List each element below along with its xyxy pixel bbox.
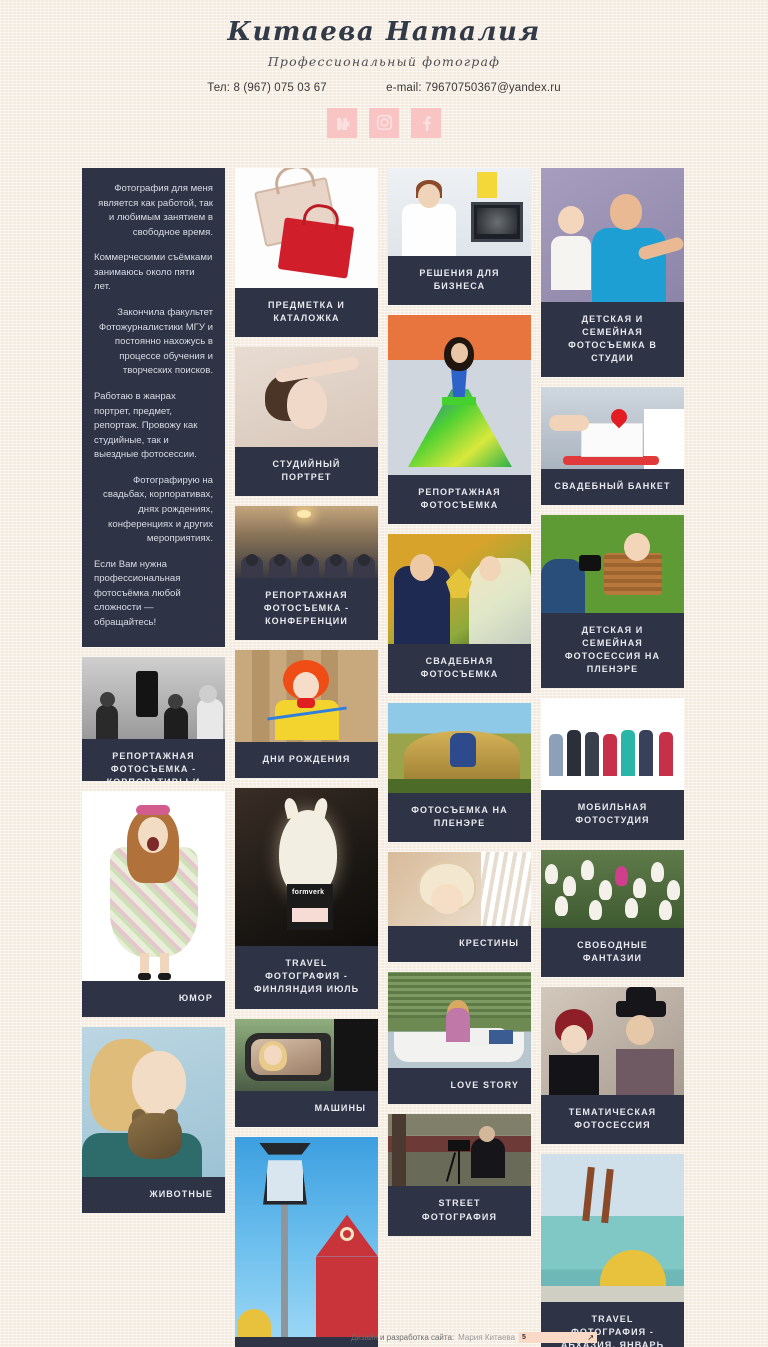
gallery-tile[interactable]: ДЕТСКАЯ И СЕМЕЙНАЯ ФОТОСЪЕМКА В СТУДИИ [541, 168, 684, 378]
gallery-tile[interactable]: STREET ФОТОГРАФИЯ [388, 1114, 531, 1236]
footer-credit: Дизайн и разработка сайта: Мария Китаева… [171, 1332, 598, 1343]
tile-caption: РЕШЕНИЯ ДЛЯ БИЗНЕСА [388, 256, 531, 306]
gallery-tile[interactable]: СВАДЕБНАЯ ФОТОСЪЕМКА [388, 534, 531, 694]
tile-photo [388, 168, 531, 256]
tile-photo [388, 534, 531, 645]
tile-caption: ТЕМАТИЧЕСКАЯ ФОТОСЕССИЯ [541, 1094, 684, 1144]
tile-caption: СВОБОДНЫЕ ФАНТАЗИИ [541, 927, 684, 977]
tile-photo [541, 1153, 684, 1302]
tile-photo [82, 656, 225, 739]
tile-photo [82, 1026, 225, 1177]
tile-caption: ДЕТСКАЯ И СЕМЕЙНАЯ ФОТОСЕССИЯ НА ПЛЕНЭРЕ [541, 613, 684, 689]
gallery-tile[interactable]: ЮМОР [82, 790, 225, 1017]
tile-photo [235, 1018, 378, 1091]
instagram-icon[interactable] [369, 107, 399, 138]
gallery-tile[interactable]: МОБИЛЬНАЯ ФОТОСТУДИЯ [541, 698, 684, 840]
contact-row: Тел: 8 (967) 075 03 67 e-mail: 796707503… [0, 82, 768, 94]
tile-photo [388, 315, 531, 476]
footer-author-link[interactable]: Мария Китаева [458, 1333, 515, 1342]
tile-caption: ФОТОСЪЕМКА НА ПЛЕНЭРЕ [388, 793, 531, 843]
tile-photo [541, 168, 684, 302]
tile-caption: STREET ФОТОГРАФИЯ [388, 1186, 531, 1236]
gallery-column-1: Фотография для меня является как работой… [82, 168, 225, 1223]
bio-paragraph: Работаю в жанрах портрет, предмет, репор… [94, 390, 198, 461]
tile-caption: РЕПОРТАЖНАЯ ФОТОСЪЕМКА - КОНФЕРЕНЦИИ [235, 578, 378, 641]
counter-value: 5 [522, 1334, 526, 1341]
gallery-tile[interactable]: СВАДЕБНЫЙ БАНКЕТ [541, 387, 684, 506]
gallery-tile[interactable]: TRAVEL ФОТОГРАФИЯ - АБХАЗИЯ, ЯНВАРЬ [541, 1153, 684, 1347]
social-links [0, 107, 768, 138]
tile-caption: LOVE STORY [388, 1068, 531, 1105]
gallery-tile[interactable]: РЕПОРТАЖНАЯ ФОТОСЪЕМКА - КОРПОРАТИВЫ И Б… [82, 656, 225, 781]
tile-caption: ДЕТСКАЯ И СЕМЕЙНАЯ ФОТОСЪЕМКА В СТУДИИ [541, 302, 684, 378]
gallery-tile[interactable]: РЕПОРТАЖНАЯ ФОТОСЪЕМКА [388, 315, 531, 525]
tile-caption: ЮМОР [82, 980, 225, 1017]
gallery-tile[interactable]: МАШИНЫ [235, 1018, 378, 1127]
tile-photo [388, 972, 531, 1069]
phone-text: Тел: 8 (967) 075 03 67 [207, 81, 327, 94]
tile-photo [235, 1136, 378, 1337]
tile-photo [541, 515, 684, 614]
tile-photo [541, 387, 684, 470]
gallery-tile[interactable]: formverk TRAVEL ФОТОГРАФИЯ - ФИНЛЯНДИЯ И… [235, 788, 378, 1009]
gallery-tile[interactable]: СВОБОДНЫЕ ФАНТАЗИИ [541, 849, 684, 977]
tile-caption: ДНИ РОЖДЕНИЯ [235, 742, 378, 779]
tile-caption: ЖИВОТНЫЕ [82, 1176, 225, 1213]
gallery-tile[interactable]: ФОТОСЪЕМКА НА ПЛЕНЭРЕ [388, 703, 531, 843]
tile-caption: МОБИЛЬНАЯ ФОТОСТУДИЯ [541, 790, 684, 840]
tile-caption: РЕПОРТАЖНАЯ ФОТОСЪЕМКА - КОРПОРАТИВЫ И Б… [82, 738, 225, 781]
tile-caption: СВАДЕБНЫЙ БАНКЕТ [541, 469, 684, 506]
tile-photo [388, 703, 531, 794]
facebook-icon[interactable] [411, 107, 441, 138]
gallery-tile[interactable]: ПРЕДМЕТКА И КАТАЛОЖКА [235, 168, 378, 338]
tile-caption: TRAVEL ФОТОГРАФИЯ - ФИНЛЯНДИЯ ИЮЛЬ [235, 946, 378, 1009]
tile-photo [541, 849, 684, 928]
vk-icon[interactable] [327, 107, 357, 138]
page-subtitle: Профессиональный фотограф [267, 53, 501, 69]
bio-paragraph: Фотография для меня является как работой… [98, 183, 213, 238]
tile-photo [235, 650, 378, 743]
gallery-column-2: ПРЕДМЕТКА И КАТАЛОЖКА СТУДИЙНЫЙ ПОРТРЕТ … [235, 168, 378, 1347]
tile-photo: formverk [235, 788, 378, 947]
visitor-counter[interactable]: 5 ↗ [519, 1332, 598, 1343]
gallery-column-3: РЕШЕНИЯ ДЛЯ БИЗНЕСА РЕПОРТАЖНАЯ ФОТОСЪЕМ… [388, 168, 531, 1246]
bio-paragraph: Если Вам нужна профессиональная фотосъём… [94, 558, 181, 629]
tile-caption: РЕПОРТАЖНАЯ ФОТОСЪЕМКА [388, 475, 531, 525]
gallery-tile[interactable]: РЕПОРТАЖНАЯ ФОТОСЪЕМКА - КОНФЕРЕНЦИИ [235, 506, 378, 641]
bio-paragraph: Закончила факультет Фотожурналистики МГУ… [98, 307, 213, 377]
bio-paragraph: Фотографирую на свадьбах, корпоративах, … [103, 474, 213, 545]
email-text: e-mail: 79670750367@yandex.ru [386, 81, 561, 94]
gallery-tile[interactable]: КРЕСТИНЫ [388, 852, 531, 963]
gallery-tile[interactable]: ТЕМАТИЧЕСКАЯ ФОТОСЕССИЯ [541, 986, 684, 1144]
tile-photo [235, 506, 378, 579]
counter-arrow-icon: ↗ [587, 1333, 595, 1342]
tile-photo [388, 1114, 531, 1187]
tile-photo [235, 168, 378, 288]
page-title: Китаева Наталия [227, 17, 541, 47]
bio-panel: Фотография для меня является как работой… [82, 168, 225, 647]
gallery-tile[interactable]: ДЕТСКАЯ И СЕМЕЙНАЯ ФОТОСЕССИЯ НА ПЛЕНЭРЕ [541, 515, 684, 689]
gallery-tile[interactable]: ДНИ РОЖДЕНИЯ [235, 650, 378, 779]
tile-photo [541, 698, 684, 791]
tile-caption: СТУДИЙНЫЙ ПОРТРЕТ [235, 447, 378, 497]
tile-caption: СВАДЕБНАЯ ФОТОСЪЕМКА [388, 644, 531, 694]
bio-paragraph: Коммерческими съёмками занимаюсь около п… [94, 252, 213, 293]
tile-photo [82, 790, 225, 981]
tile-caption: МАШИНЫ [235, 1090, 378, 1127]
tile-caption: ПРЕДМЕТКА И КАТАЛОЖКА [235, 288, 378, 338]
gallery-tile[interactable]: TRAVEL ФОТОГРАФИЯ - ПОЛЬША, СЕНТЯБРЬ [235, 1136, 378, 1347]
site-header: Китаева Наталия Профессиональный фотогра… [0, 0, 768, 138]
gallery-tile[interactable]: РЕШЕНИЯ ДЛЯ БИЗНЕСА [388, 168, 531, 306]
gallery-tile[interactable]: LOVE STORY [388, 972, 531, 1105]
tile-photo [388, 852, 531, 927]
tile-caption: КРЕСТИНЫ [388, 926, 531, 963]
gallery-column-4: ДЕТСКАЯ И СЕМЕЙНАЯ ФОТОСЪЕМКА В СТУДИИ С… [541, 168, 684, 1347]
tile-photo [235, 347, 378, 448]
footer-credit-prefix: Дизайн и разработка сайта: [350, 1333, 455, 1342]
gallery-tile[interactable]: ЖИВОТНЫЕ [82, 1026, 225, 1213]
tile-photo [541, 986, 684, 1095]
site-footer: Дизайн и разработка сайта: Мария Китаева… [0, 1332, 768, 1343]
gallery-tile[interactable]: СТУДИЙНЫЙ ПОРТРЕТ [235, 347, 378, 497]
